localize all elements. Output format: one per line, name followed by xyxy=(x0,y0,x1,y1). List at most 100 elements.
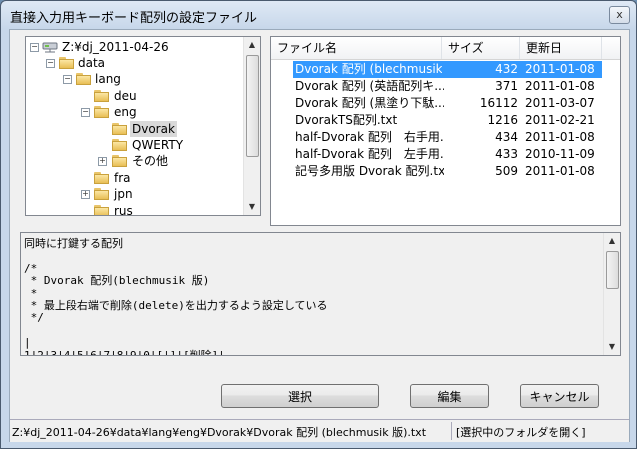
tree-node-dvorak[interactable]: Dvorak xyxy=(26,121,244,137)
edit-button[interactable]: 編集 xyxy=(410,384,489,408)
close-icon: x xyxy=(616,8,623,21)
preview-line: * Dvorak 配列(blechmusik 版) xyxy=(24,274,210,288)
folder-icon xyxy=(94,90,110,102)
file-date: 2011-01-08 xyxy=(525,164,595,178)
tree-node-root[interactable]: − Z:¥dj_2011-04-26 xyxy=(26,39,244,55)
file-name: half-Dvorak 配列 左手用.t... xyxy=(295,147,444,161)
file-name: 記号多用版 Dvorak 配列.txt xyxy=(295,164,444,178)
file-date: 2011-02-21 xyxy=(525,113,595,127)
scroll-thumb[interactable] xyxy=(246,55,259,157)
column-header-date[interactable]: 更新日 xyxy=(520,37,602,59)
tree-node-label: lang xyxy=(95,72,121,86)
file-name: DvorakTS配列.txt xyxy=(295,113,398,127)
select-button[interactable]: 選択 xyxy=(221,384,379,408)
file-row[interactable]: Dvorak 配列 (英語配列キ... 371 2011-01-08 xyxy=(271,78,620,95)
column-header-filename[interactable]: ファイル名 xyxy=(271,37,442,59)
preview-line: * xyxy=(24,286,38,300)
folder-icon xyxy=(112,123,128,135)
tree-node-qwerty[interactable]: QWERTY xyxy=(26,137,244,153)
scroll-down-icon[interactable]: ▼ xyxy=(244,199,260,215)
dialog-window: 直接入力用キーボード配列の設定ファイル x − Z:¥dj_2011-04-26… xyxy=(0,0,637,449)
preview-line: | xyxy=(24,336,31,350)
tree-node-data[interactable]: − data xyxy=(26,55,244,71)
file-date: 2011-01-08 xyxy=(518,61,602,78)
folder-tree[interactable]: − Z:¥dj_2011-04-26 − data − lang deu − e… xyxy=(25,36,261,216)
scroll-thumb[interactable] xyxy=(606,251,619,289)
tree-node-label: その他 xyxy=(132,154,169,168)
file-date: 2011-01-08 xyxy=(525,79,595,93)
status-divider xyxy=(451,422,452,440)
tree-node-label: fra xyxy=(114,171,131,185)
status-bar: Z:¥dj_2011-04-26¥data¥lang¥eng¥Dvorak¥Dv… xyxy=(10,419,629,442)
file-date: 2010-11-09 xyxy=(525,147,595,161)
tree-node-label: data xyxy=(78,56,106,70)
tree-node-fra[interactable]: fra xyxy=(26,170,244,186)
close-button[interactable]: x xyxy=(609,6,630,24)
file-name: half-Dvorak 配列 右手用.t... xyxy=(295,130,444,144)
tree-node-lang[interactable]: − lang xyxy=(26,71,244,87)
preview-scrollbar[interactable]: ▲ ▼ xyxy=(603,233,620,355)
folder-icon xyxy=(94,188,110,200)
folder-icon xyxy=(94,106,110,118)
tree-node-label-selected: Dvorak xyxy=(130,121,177,137)
status-file-path: Z:¥dj_2011-04-26¥data¥lang¥eng¥Dvorak¥Dv… xyxy=(12,426,427,439)
collapse-icon[interactable]: − xyxy=(63,75,72,84)
file-row[interactable]: Dvorak 配列 (黒塗り下駄... 16112 2011-03-07 xyxy=(271,95,620,112)
file-date: 2011-03-07 xyxy=(525,96,595,110)
file-size: 434 xyxy=(495,130,518,144)
file-date: 2011-01-08 xyxy=(525,130,595,144)
preview-line: 同時に打鍵する配列 xyxy=(24,237,123,250)
file-size: 509 xyxy=(495,164,518,178)
tree-node-jpn[interactable]: + jpn xyxy=(26,186,244,202)
file-size: 371 xyxy=(495,79,518,93)
file-name: Dvorak 配列 (blechmusik ... xyxy=(293,61,444,78)
tree-node-other[interactable]: + その他 xyxy=(26,153,244,169)
preview-line: /* xyxy=(24,261,38,275)
tree-node-label: jpn xyxy=(114,187,133,201)
expand-icon[interactable]: + xyxy=(81,190,90,199)
file-row[interactable]: 記号多用版 Dvorak 配列.txt 509 2011-01-08 xyxy=(271,163,620,180)
tree-node-label: eng xyxy=(114,105,137,119)
cancel-button[interactable]: キャンセル xyxy=(520,384,599,408)
folder-icon xyxy=(94,205,110,215)
client-area: − Z:¥dj_2011-04-26 − data − lang deu − e… xyxy=(9,29,630,442)
scroll-down-icon[interactable]: ▼ xyxy=(604,339,620,355)
collapse-icon[interactable]: − xyxy=(46,59,55,68)
open-folder-link[interactable]: [選択中のフォルダを開く] xyxy=(456,424,586,440)
file-row[interactable]: half-Dvorak 配列 右手用.t... 434 2011-01-08 xyxy=(271,129,620,146)
file-size: 1216 xyxy=(487,113,518,127)
tree-scrollbar[interactable]: ▲ ▼ xyxy=(243,37,260,215)
collapse-icon[interactable]: − xyxy=(81,108,90,117)
folder-icon xyxy=(76,73,92,85)
folder-icon xyxy=(112,139,128,151)
preview-line: */ xyxy=(24,311,44,325)
tree-node-rus[interactable]: rus xyxy=(26,203,244,216)
file-list[interactable]: ファイル名 サイズ (Byte) 更新日 Dvorak 配列 (blechmus… xyxy=(270,36,621,226)
tree-node-label: QWERTY xyxy=(132,138,184,152)
file-name: Dvorak 配列 (英語配列キ... xyxy=(295,79,444,93)
window-title: 直接入力用キーボード配列の設定ファイル xyxy=(10,11,258,26)
collapse-icon[interactable]: − xyxy=(30,43,39,52)
file-preview[interactable]: 同時に打鍵する配列 /* * Dvorak 配列(blechmusik 版) * … xyxy=(20,232,621,356)
column-header-size[interactable]: サイズ (Byte) xyxy=(442,37,520,77)
tree-node-label: rus xyxy=(114,204,133,216)
tree-node-deu[interactable]: deu xyxy=(26,88,244,104)
file-row[interactable]: half-Dvorak 配列 左手用.t... 433 2010-11-09 xyxy=(271,146,620,163)
expand-icon[interactable]: + xyxy=(98,157,107,166)
file-size: 16112 xyxy=(479,96,518,110)
scroll-up-icon[interactable]: ▲ xyxy=(244,37,260,53)
file-row[interactable]: DvorakTS配列.txt 1216 2011-02-21 xyxy=(271,112,620,129)
file-size: 433 xyxy=(495,147,518,161)
tree-node-label: Z:¥dj_2011-04-26 xyxy=(62,40,169,54)
file-row[interactable]: Dvorak 配列 (blechmusik ... 432 2011-01-08 xyxy=(271,61,620,78)
folder-icon xyxy=(59,57,75,69)
file-size: 432 xyxy=(442,61,518,78)
preview-line: * 最上段右端で削除(delete)を出力するよう設定している xyxy=(24,299,328,312)
title-bar: 直接入力用キーボード配列の設定ファイル x xyxy=(1,1,636,29)
network-drive-icon xyxy=(42,42,58,53)
tree-node-eng[interactable]: − eng xyxy=(26,104,244,120)
preview-line: 1|2|3|4|5|6|7|8|9|0|[|]|[削除]| xyxy=(24,348,225,356)
tree-node-label: deu xyxy=(114,89,137,103)
scroll-up-icon[interactable]: ▲ xyxy=(604,233,620,249)
folder-icon xyxy=(112,155,128,167)
